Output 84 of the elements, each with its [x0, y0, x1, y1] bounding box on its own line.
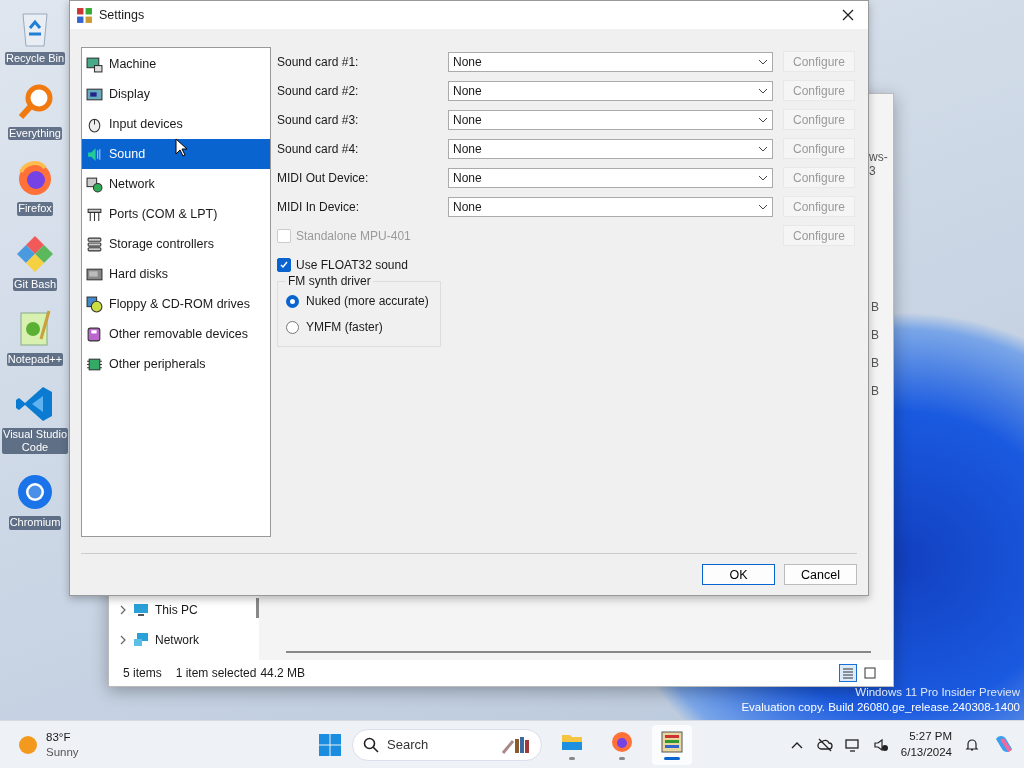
category-item[interactable]: Storage controllers	[82, 229, 270, 259]
chevron-right-icon[interactable]	[119, 635, 127, 645]
bell-icon[interactable]	[964, 736, 980, 753]
item-count: 5 items	[123, 666, 162, 680]
weather-temperature[interactable]: 83°F	[46, 729, 79, 745]
selection-size: 44.2 MB	[260, 666, 306, 680]
column-text: ws-3	[869, 150, 889, 178]
square-icon	[864, 667, 876, 679]
category-item[interactable]: Floppy & CD-ROM drives	[82, 289, 270, 319]
category-item[interactable]: Network	[82, 169, 270, 199]
caret-icon	[758, 145, 768, 152]
dialog-button[interactable]: OK	[702, 564, 775, 585]
caret-icon	[758, 116, 768, 123]
category-item[interactable]: Input devices	[82, 109, 270, 139]
field-label: MIDI In Device:	[277, 199, 361, 214]
chevron-right-icon[interactable]	[119, 605, 127, 615]
field-label: Sound card #2:	[277, 83, 360, 98]
desktop-icon-label[interactable]: Visual Studio Code	[2, 427, 68, 455]
watermark-text: Evaluation copy. Build 26080.ge_release.240308-1400	[741, 699, 1020, 714]
synth-radio[interactable]: YMFM (faster)	[286, 314, 440, 340]
field-label: Sound card #1:	[277, 54, 360, 69]
caret-icon	[758, 87, 768, 94]
speaker-icon	[86, 145, 103, 163]
device-dropdown[interactable]: None	[448, 196, 773, 217]
float32-checkbox[interactable]: Use FLOAT32 sound	[277, 257, 408, 272]
synth-radio[interactable]: Nuked (more accurate)	[286, 288, 440, 314]
category-item[interactable]: Hard disks	[82, 259, 270, 289]
books-icon	[501, 734, 531, 755]
caret-icon	[758, 203, 768, 210]
tiles-view-button[interactable]	[861, 664, 879, 682]
group-title: FM synth driver	[286, 274, 373, 288]
size-text: B	[871, 384, 879, 398]
search-icon	[363, 736, 379, 753]
search-box[interactable]: Search	[352, 728, 542, 761]
desktop-icon-label[interactable]: Everything	[8, 127, 62, 141]
pointer-icon	[175, 138, 187, 157]
speaker-muted-icon[interactable]	[872, 736, 889, 753]
device-dropdown[interactable]: None	[448, 109, 773, 130]
close-icon	[842, 9, 854, 21]
field-label: Sound card #4:	[277, 141, 360, 156]
field-label: MIDI Out Device:	[277, 170, 370, 185]
clock[interactable]: 5:27 PM 6/13/2024	[900, 729, 952, 760]
category-item[interactable]: Machine	[82, 49, 270, 79]
app-icon	[76, 6, 93, 24]
diamond-tiles-icon	[15, 233, 55, 274]
caret-icon	[758, 174, 768, 181]
desktop-icon-label[interactable]: Recycle Bin	[4, 52, 66, 66]
window-title: Settings	[99, 8, 146, 22]
details-view-button[interactable]	[839, 664, 857, 682]
size-text: B	[871, 356, 879, 370]
desktop-icon-label[interactable]: Chromium	[8, 516, 62, 530]
category-item[interactable]: Other removable devices	[82, 319, 270, 349]
monitor-icon[interactable]	[844, 736, 861, 753]
taskbar-app-button[interactable]	[652, 724, 692, 765]
selection-status: 1 item selected	[175, 666, 257, 680]
device-dropdown[interactable]: None	[448, 167, 773, 188]
start-button[interactable]	[318, 732, 342, 757]
category-item[interactable]: Other peripherals	[82, 349, 270, 379]
field-label: Sound card #3:	[277, 112, 360, 127]
size-text: B	[871, 328, 879, 342]
dialog-button[interactable]: Cancel	[784, 564, 857, 585]
device-dropdown[interactable]: None	[448, 51, 773, 72]
weather-condition[interactable]: Sunny	[46, 744, 79, 760]
nav-item[interactable]: This PC	[155, 603, 198, 617]
desktop-icon-label[interactable]: Firefox	[17, 202, 53, 216]
checkmark-icon	[279, 259, 289, 270]
network-icon	[133, 632, 149, 648]
device-dropdown[interactable]: None	[448, 138, 773, 159]
monitor-icon	[133, 602, 149, 618]
desktop-icon-label[interactable]: Git Bash	[12, 277, 58, 291]
disk-stack-icon	[86, 235, 103, 253]
size-text: B	[871, 300, 879, 314]
category-item[interactable]: Display	[82, 79, 270, 109]
cloud-off-icon[interactable]	[816, 736, 833, 753]
watermark-text: Windows 11 Pro Insider Preview	[855, 685, 1020, 700]
desktop-icon-label[interactable]: Notepad++	[6, 352, 64, 366]
caret-icon	[758, 58, 768, 65]
device-dropdown[interactable]: None	[448, 80, 773, 101]
sun-icon	[18, 734, 38, 755]
category-item[interactable]: Sound	[82, 139, 270, 169]
search-field[interactable]: Search	[387, 737, 493, 752]
category-item[interactable]: Ports (COM & LPT)	[82, 199, 270, 229]
nav-item[interactable]: Network	[155, 633, 199, 647]
list-lines-icon	[842, 667, 854, 679]
